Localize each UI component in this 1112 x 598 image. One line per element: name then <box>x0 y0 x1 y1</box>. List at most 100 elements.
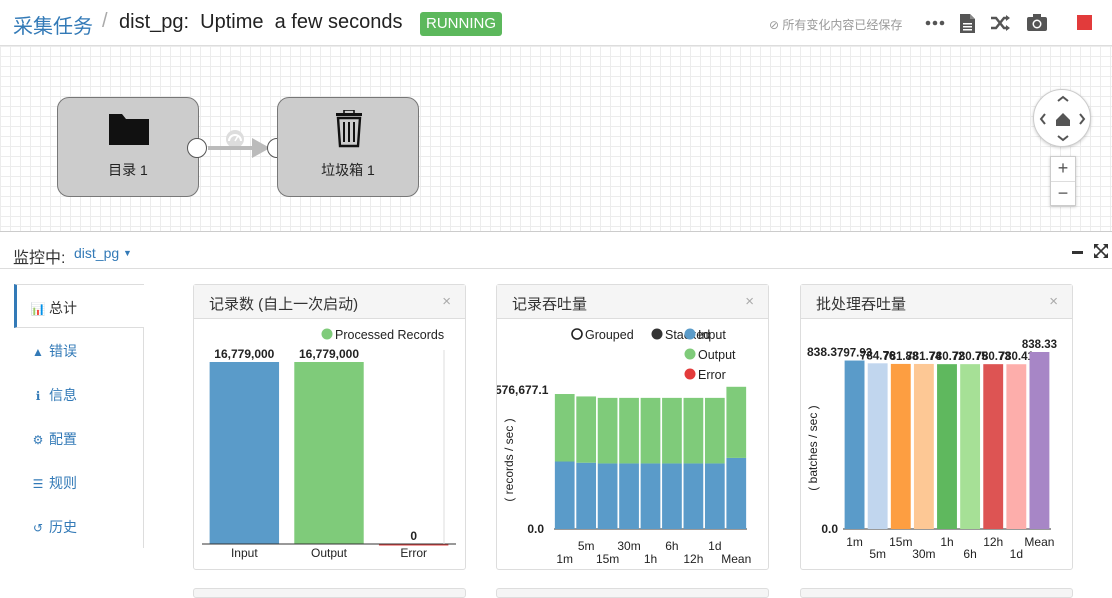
pan-control[interactable] <box>1033 89 1091 147</box>
bar-segment <box>619 463 639 529</box>
zoom-out-button[interactable]: − <box>1051 182 1075 207</box>
caret-down-icon: ▼ <box>123 248 132 258</box>
x-tick-label: 5m <box>869 547 886 561</box>
tab-label: 错误 <box>49 343 77 359</box>
info-icon: ℹ <box>35 389 41 403</box>
legend-swatch <box>684 328 696 340</box>
tab-errors[interactable]: ▲ 错误 <box>14 328 144 372</box>
bar <box>960 364 981 529</box>
status-badge: RUNNING <box>420 12 502 36</box>
legend-control-grouped <box>571 328 583 340</box>
x-tick-label: 12h <box>983 535 1003 549</box>
more-icon[interactable] <box>924 12 946 34</box>
x-tick-label: 1d <box>708 539 721 553</box>
legend-control-stacked <box>651 328 663 340</box>
legend-label: Output <box>698 348 736 362</box>
record-count-panel: 记录数 (自上一次启动) × Processed Records 16,779,0… <box>193 284 466 570</box>
x-tick-label: 1h <box>940 535 953 549</box>
bar-chart-icon: 📊 <box>30 302 46 316</box>
y-tick-label: 0.0 <box>527 522 544 536</box>
x-tick-label: Output <box>311 546 348 560</box>
header: 采集任务 / dist_pg: Uptime a few seconds RUN… <box>0 0 1112 46</box>
bar-segment <box>640 463 661 529</box>
stage-node-trash[interactable]: 垃圾箱 1 <box>277 97 419 197</box>
tab-label: 配置 <box>49 431 77 447</box>
legend-label: Processed Records <box>335 328 444 342</box>
data-label: 780.41 <box>999 351 1035 363</box>
tab-label: 总计 <box>49 300 77 316</box>
bar <box>1029 352 1050 529</box>
trash-icon <box>336 110 362 148</box>
check-circle-icon: ⊘ <box>769 18 780 32</box>
warning-icon: ▲ <box>32 345 44 359</box>
close-icon[interactable]: × <box>745 293 754 310</box>
camera-icon[interactable] <box>1026 12 1048 34</box>
bar-segment <box>619 397 639 464</box>
monitor-bar: 监控中: dist_pg ▼ <box>0 233 1112 269</box>
page-title: dist_pg: Uptime a few seconds <box>119 11 403 33</box>
x-tick-label: 6h <box>963 547 976 561</box>
y-tick-label: 0.0 <box>821 522 838 536</box>
panel-header: 记录吞吐量 × <box>497 285 768 319</box>
bar-segment <box>576 462 597 529</box>
shuffle-icon[interactable] <box>989 12 1011 34</box>
batch-throughput-chart: 838.30.0( batches / sec )797.931m784.765… <box>806 339 1057 561</box>
tab-history[interactable]: ↺ 历史 <box>14 504 144 548</box>
x-tick-label: 15m <box>596 552 619 566</box>
data-label: 838.33 <box>1022 339 1057 351</box>
batch-throughput-panel: 批处理吞吐量 × 838.3 0.0( batches / sec ) 797.93… <box>800 284 1073 570</box>
link-arrow[interactable] <box>206 130 276 166</box>
monitor-label: 监控中: <box>13 250 66 267</box>
bar <box>867 363 888 529</box>
x-tick-label: 6h <box>665 539 678 553</box>
breadcrumb-separator: / <box>102 10 108 32</box>
pan-up-icon <box>1057 95 1069 102</box>
bar <box>1006 364 1027 529</box>
panel-title: 记录吞吐量 <box>512 296 588 313</box>
y-axis-label: ( batches / sec ) <box>806 405 820 490</box>
x-tick-label: 1h <box>644 552 657 566</box>
x-tick-label: 12h <box>683 552 703 566</box>
x-tick-label: 1m <box>846 535 863 549</box>
expand-icon[interactable] <box>1093 243 1109 259</box>
bar <box>209 362 280 544</box>
x-tick-label: 30m <box>617 539 640 553</box>
breadcrumb-pipelines[interactable]: 采集任务 <box>13 10 93 39</box>
folder-icon <box>109 114 149 145</box>
x-tick-label: Input <box>231 546 258 560</box>
tab-config[interactable]: ⚙ 配置 <box>14 416 144 460</box>
stop-icon[interactable] <box>1075 13 1097 35</box>
tab-info[interactable]: ℹ 信息 <box>14 372 144 416</box>
x-tick-label: Mean <box>721 552 751 566</box>
panel-header: 记录数 (自上一次启动) × <box>194 285 465 319</box>
pipeline-canvas[interactable]: 目录 1 垃圾箱 1 + − <box>0 46 1112 232</box>
tab-rules[interactable]: ☰ 规则 <box>14 460 144 504</box>
legend-swatch <box>684 348 696 360</box>
bar-segment <box>640 397 661 464</box>
bar-segment <box>683 463 704 529</box>
x-tick-label: 5m <box>578 539 595 553</box>
record-count-chart: Processed Records 16,779,000 Input 16,779,0… <box>202 328 456 560</box>
y-tick-label: 576,677.1 <box>497 383 549 397</box>
legend-swatch <box>684 368 696 380</box>
stage-node-directory[interactable]: 目录 1 <box>57 97 199 197</box>
minimize-icon[interactable] <box>1070 243 1086 259</box>
x-tick-label: 1m <box>556 552 573 566</box>
output-port[interactable] <box>187 138 207 158</box>
close-icon[interactable]: × <box>442 293 451 310</box>
bar <box>890 363 911 529</box>
panel-partial <box>800 588 1073 598</box>
close-icon[interactable]: × <box>1049 293 1058 310</box>
document-icon[interactable] <box>956 12 978 34</box>
x-tick-label: Mean <box>1024 535 1054 549</box>
bar-segment <box>662 463 682 529</box>
bar <box>937 364 957 529</box>
monitor-pipeline-select[interactable]: dist_pg ▼ <box>74 245 132 261</box>
bar-segment <box>576 396 597 463</box>
tab-summary[interactable]: 📊 总计 <box>14 284 144 328</box>
bar-segment <box>662 397 682 464</box>
monitor-pipeline-name: dist_pg <box>74 245 120 261</box>
data-label: 16,779,000 <box>214 347 274 361</box>
record-throughput-panel: 记录吞吐量 × GroupedStackedInputOutputError57… <box>496 284 769 570</box>
zoom-in-button[interactable]: + <box>1051 157 1075 182</box>
